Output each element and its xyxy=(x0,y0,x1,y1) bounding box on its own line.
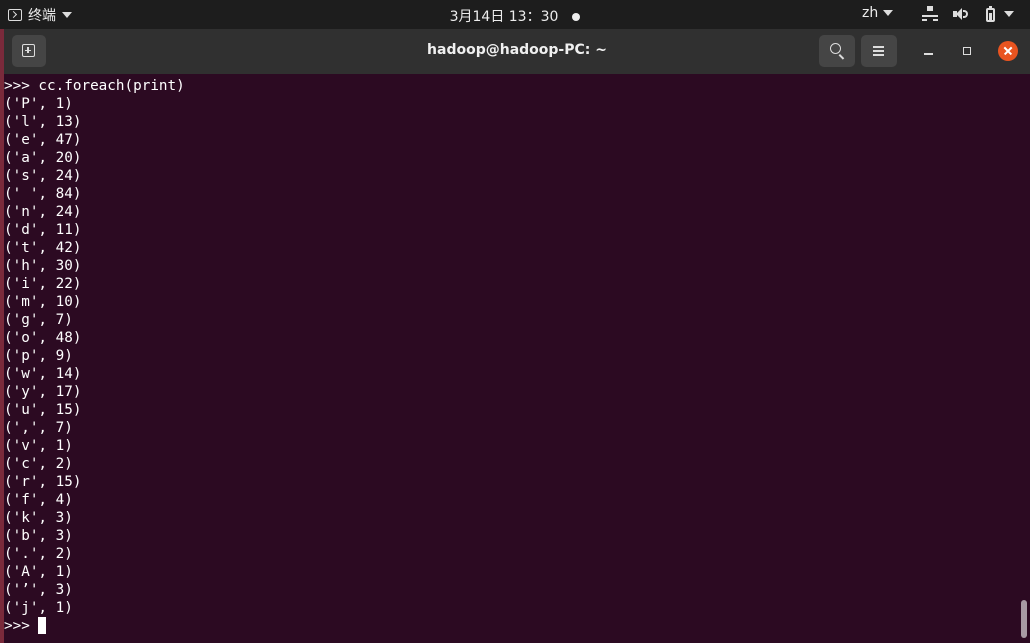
notification-dot-icon xyxy=(572,13,581,21)
hamburger-icon xyxy=(873,46,884,48)
clock[interactable]: 3月14日 13：30 xyxy=(450,9,559,25)
search-button[interactable] xyxy=(819,35,855,67)
language-menu[interactable]: zh xyxy=(862,5,894,21)
output-line: (',', 7) xyxy=(4,420,73,436)
top-bar: 终端 3月14日 13：30 zh xyxy=(0,0,1030,29)
network-icon xyxy=(922,6,938,22)
output-line: ('t', 42) xyxy=(4,240,82,256)
close-button[interactable] xyxy=(998,41,1018,61)
chevron-down-icon xyxy=(62,12,72,18)
system-tray[interactable] xyxy=(922,6,1014,22)
output-line: ('a', 20) xyxy=(4,150,82,166)
output-line: ('j', 1) xyxy=(4,600,73,616)
output-line: ('’', 3) xyxy=(4,582,73,598)
minimize-button[interactable] xyxy=(918,41,940,63)
output-line: ('A', 1) xyxy=(4,564,73,580)
output-line: ('v', 1) xyxy=(4,438,73,454)
output-line: ('c', 2) xyxy=(4,456,73,472)
output-line: (' ', 84) xyxy=(4,186,82,202)
chevron-down-icon xyxy=(883,10,894,16)
language-label: zh xyxy=(862,5,879,21)
volume-icon xyxy=(952,6,968,22)
app-menu[interactable]: 终端 xyxy=(8,5,72,25)
output-line: ('m', 10) xyxy=(4,294,82,310)
prompt-line: >>> xyxy=(4,617,1018,635)
prompt: >>> xyxy=(4,618,39,634)
maximize-button[interactable] xyxy=(956,41,978,63)
output-line: ('.', 2) xyxy=(4,546,73,562)
output-line: ('l', 13) xyxy=(4,114,82,130)
menu-button[interactable] xyxy=(861,35,897,67)
output-line: ('r', 15) xyxy=(4,474,82,490)
output-line: ('d', 11) xyxy=(4,222,82,238)
text-cursor xyxy=(38,617,47,634)
search-icon xyxy=(830,43,841,54)
new-tab-button[interactable] xyxy=(12,35,46,67)
output-line: ('n', 24) xyxy=(4,204,82,220)
window-header[interactable]: hadoop@hadoop-PC: ~ xyxy=(4,29,1030,74)
output-line: ('k', 3) xyxy=(4,510,73,526)
chevron-down-icon xyxy=(1004,11,1014,17)
output-line: ('b', 3) xyxy=(4,528,73,544)
maximize-icon xyxy=(963,47,971,55)
command-line: >>> cc.foreach(print) xyxy=(4,78,185,94)
output-line: ('P', 1) xyxy=(4,96,73,112)
new-tab-icon xyxy=(22,44,35,57)
output-line: ('f', 4) xyxy=(4,492,73,508)
output-line: ('e', 47) xyxy=(4,132,82,148)
output-line: ('i', 22) xyxy=(4,276,82,292)
scrollbar[interactable] xyxy=(1021,600,1027,638)
output-line: ('s', 24) xyxy=(4,168,82,184)
output-line: ('p', 9) xyxy=(4,348,73,364)
output-line: ('h', 30) xyxy=(4,258,82,274)
output-line: ('u', 15) xyxy=(4,402,82,418)
output-line: ('w', 14) xyxy=(4,366,82,382)
terminal-app-icon xyxy=(8,9,22,21)
output-list: ('P', 1) ('l', 13) ('e', 47) ('a', 20) ('s',… xyxy=(4,95,1018,617)
terminal-output[interactable]: >>> cc.foreach(print) ('P', 1) ('l', 13)(… xyxy=(4,74,1018,643)
output-line: ('o', 48) xyxy=(4,330,82,346)
app-name: 终端 xyxy=(28,8,56,24)
output-line: ('y', 17) xyxy=(4,384,82,400)
output-line: ('g', 7) xyxy=(4,312,73,328)
battery-icon xyxy=(982,6,998,22)
minimize-icon xyxy=(924,53,933,55)
